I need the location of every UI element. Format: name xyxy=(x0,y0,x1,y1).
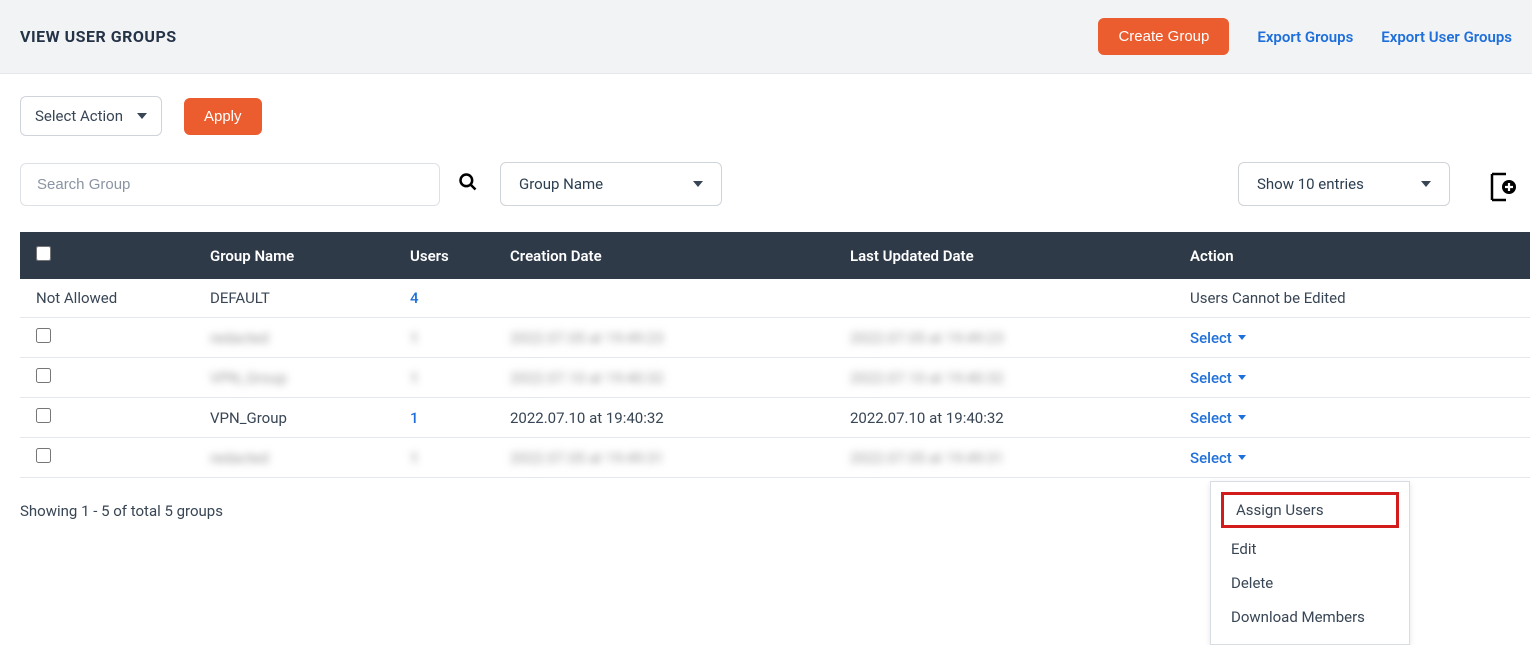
cell-created: 2022.07.10 at 19:40:32 xyxy=(500,398,840,438)
cell-updated xyxy=(840,279,1180,318)
bulk-action-row: Select Action Apply xyxy=(20,96,1512,136)
col-header-created: Creation Date xyxy=(500,232,840,279)
search-input[interactable] xyxy=(20,163,440,206)
content-area: Select Action Apply Group Name Show 10 e… xyxy=(0,74,1532,542)
select-all-checkbox[interactable] xyxy=(36,246,51,261)
table-row: VPN_Group 1 2022.07.10 at 19:40:322022.07.… xyxy=(20,358,1530,398)
col-header-users: Users xyxy=(400,232,500,279)
filter-row: Group Name Show 10 entries xyxy=(20,162,1512,206)
row-checkbox[interactable] xyxy=(36,328,51,343)
groups-table: Group Name Users Creation Date Last Upda… xyxy=(20,232,1530,478)
cell-group-name: redacted xyxy=(200,318,400,358)
row-checkbox[interactable] xyxy=(36,448,51,463)
row-checkbox[interactable] xyxy=(36,368,51,383)
group-name-filter-label: Group Name xyxy=(519,175,603,193)
top-bar-actions: Create Group Export Groups Export User G… xyxy=(1098,18,1512,55)
table-row: VPN_Group 1 2022.07.10 at 19:40:322022.07.… xyxy=(20,398,1530,438)
group-name-filter-select[interactable]: Group Name xyxy=(500,162,722,206)
table-row: redacted 1 2022.07.05 at 19:49:312022.07.0… xyxy=(20,438,1530,478)
menu-item-edit[interactable]: Edit xyxy=(1211,532,1409,566)
right-controls: Show 10 entries xyxy=(1238,162,1512,206)
menu-item-delete[interactable]: Delete xyxy=(1211,566,1409,600)
users-count-link[interactable]: 1 xyxy=(410,329,419,347)
chevron-down-icon xyxy=(1421,181,1431,187)
apply-button[interactable]: Apply xyxy=(184,98,262,135)
row-action-select[interactable]: Select xyxy=(1190,369,1246,387)
caret-down-icon xyxy=(1238,375,1246,380)
users-count-link[interactable]: 1 xyxy=(410,449,419,467)
row-action-text: Users Cannot be Edited xyxy=(1180,279,1530,318)
entries-label: Show 10 entries xyxy=(1257,175,1364,193)
row-action-select[interactable]: Select xyxy=(1190,449,1246,467)
cell-updated: 2022.07.05 at 19:49:31 xyxy=(840,438,1180,478)
cell-group-name: redacted xyxy=(200,438,400,478)
table-body: Not AllowedDEFAULT 4 Users Cannot be Edite… xyxy=(20,279,1530,478)
menu-item-download-members[interactable]: Download Members xyxy=(1211,600,1409,634)
cell-created: 2022.07.05 at 19:49:23 xyxy=(500,318,840,358)
cell-updated: 2022.07.10 at 19:40:32 xyxy=(840,398,1180,438)
col-header-updated: Last Updated Date xyxy=(840,232,1180,279)
export-groups-link[interactable]: Export Groups xyxy=(1257,28,1353,46)
cell-created: 2022.07.10 at 19:40:32 xyxy=(500,358,840,398)
select-action-label: Select Action xyxy=(35,107,123,125)
action-dropdown-menu: Assign Users Edit Delete Download Member… xyxy=(1210,481,1410,645)
search-wrap xyxy=(20,163,478,206)
row-action-select[interactable]: Select xyxy=(1190,329,1246,347)
chevron-down-icon xyxy=(693,181,703,187)
users-count-link[interactable]: 4 xyxy=(410,289,419,307)
caret-down-icon xyxy=(1238,455,1246,460)
col-header-action: Action xyxy=(1180,232,1530,279)
row-checkbox[interactable] xyxy=(36,408,51,423)
cell-group-name: DEFAULT xyxy=(200,279,400,318)
table-row: redacted 1 2022.07.05 at 19:49:232022.07.0… xyxy=(20,318,1530,358)
entries-select[interactable]: Show 10 entries xyxy=(1238,162,1450,206)
add-column-icon[interactable] xyxy=(1484,170,1512,198)
col-header-name: Group Name xyxy=(200,232,400,279)
create-group-button[interactable]: Create Group xyxy=(1098,18,1229,55)
caret-down-icon xyxy=(1238,335,1246,340)
cell-updated: 2022.07.05 at 19:49:23 xyxy=(840,318,1180,358)
cell-group-name: VPN_Group xyxy=(200,358,400,398)
top-bar: VIEW USER GROUPS Create Group Export Gro… xyxy=(0,0,1532,74)
page-title: VIEW USER GROUPS xyxy=(20,27,177,46)
cell-group-name: VPN_Group xyxy=(200,398,400,438)
table-row: Not AllowedDEFAULT 4 Users Cannot be Edite… xyxy=(20,279,1530,318)
chevron-down-icon xyxy=(137,113,147,119)
row-action-select[interactable]: Select xyxy=(1190,409,1246,427)
export-user-groups-link[interactable]: Export User Groups xyxy=(1381,28,1512,46)
menu-item-assign-users[interactable]: Assign Users xyxy=(1236,499,1384,521)
select-action-dropdown[interactable]: Select Action xyxy=(20,96,162,136)
search-icon[interactable] xyxy=(458,172,478,197)
cell-updated: 2022.07.10 at 19:40:32 xyxy=(840,358,1180,398)
cell-created: 2022.07.05 at 19:49:31 xyxy=(500,438,840,478)
users-count-link[interactable]: 1 xyxy=(410,369,419,387)
table-header: Group Name Users Creation Date Last Upda… xyxy=(20,232,1530,279)
caret-down-icon xyxy=(1238,415,1246,420)
highlighted-menu-item: Assign Users xyxy=(1221,492,1399,528)
users-count-link[interactable]: 1 xyxy=(410,409,419,427)
cell-created xyxy=(500,279,840,318)
row-check-label: Not Allowed xyxy=(20,279,200,318)
